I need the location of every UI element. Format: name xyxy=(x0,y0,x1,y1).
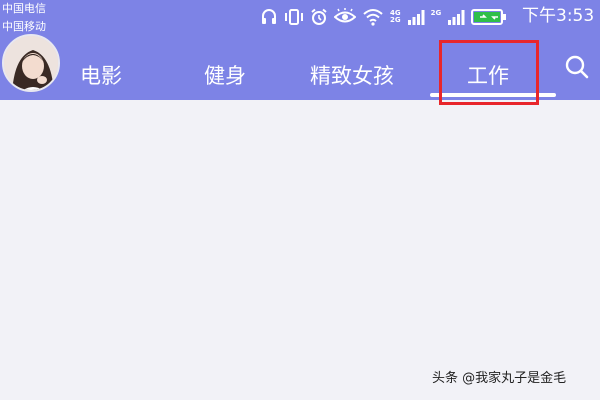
annotation-highlight-box xyxy=(439,40,539,105)
avatar[interactable] xyxy=(2,34,60,92)
battery-charging-icon xyxy=(471,9,507,25)
app-screen: 中国电信 中国移动 4G 2G 2G 下午3:53 电影 健身 精致女孩 工作 … xyxy=(0,0,600,400)
eye-icon xyxy=(334,8,356,23)
tab-movie[interactable]: 电影 xyxy=(80,60,122,92)
tab-exquisite-girl[interactable]: 精致女孩 xyxy=(310,60,394,92)
network-2g-label: 2G xyxy=(390,16,401,24)
search-button[interactable] xyxy=(562,52,592,82)
network-type-2: 2G xyxy=(431,10,442,24)
headphones-icon xyxy=(262,9,276,24)
carrier-label-1: 中国电信 xyxy=(2,2,46,15)
signal-icon xyxy=(407,10,425,25)
tab-fitness[interactable]: 健身 xyxy=(204,60,246,92)
status-time: 下午3:53 xyxy=(522,6,595,26)
carrier-label-2: 中国移动 xyxy=(2,20,46,33)
watermark-text: 头条 @我家丸子是金毛 xyxy=(432,371,567,386)
vibrate-icon xyxy=(285,9,303,25)
alarm-icon xyxy=(311,8,327,25)
search-icon xyxy=(565,55,589,79)
user-avatar-image xyxy=(4,36,58,90)
status-icons: 4G 2G 2G xyxy=(260,4,507,30)
wifi-icon xyxy=(363,9,383,26)
signal-icon xyxy=(448,10,465,25)
network-type-1: 4G 2G xyxy=(390,10,401,24)
